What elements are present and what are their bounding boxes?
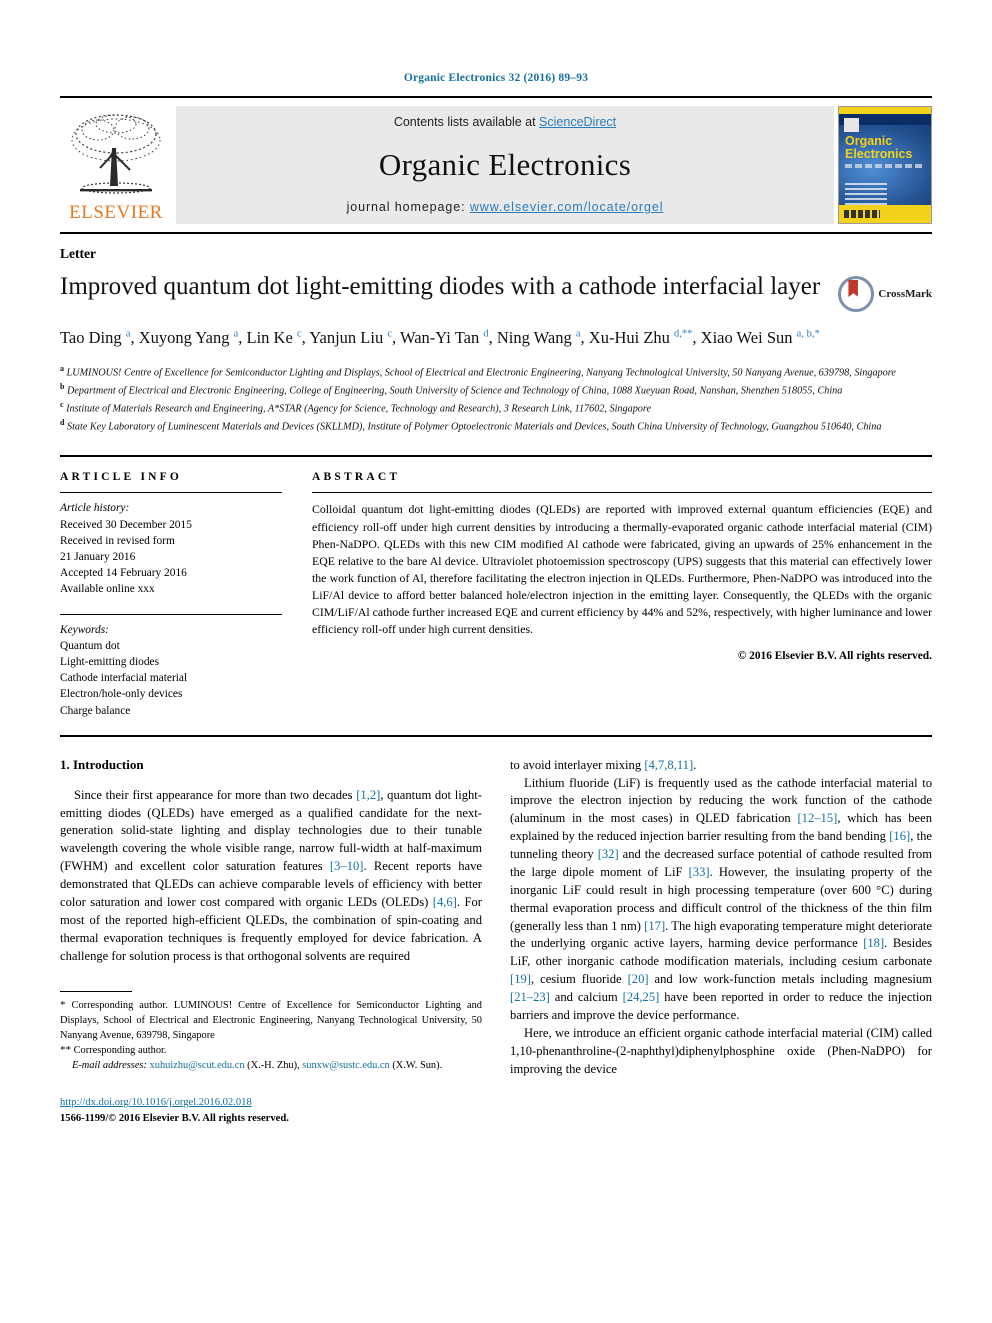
- affiliation-b: b Department of Electrical and Electroni…: [60, 381, 843, 397]
- cover-bottom-bar: [839, 205, 931, 223]
- keyword-item: Electron/hole-only devices: [60, 688, 183, 701]
- cover-top-bar: [839, 107, 931, 114]
- abstract-text: Colloidal quantum dot light-emitting dio…: [312, 502, 932, 637]
- cover-title-line2: Electronics: [845, 147, 913, 161]
- body-column-left: 1. Introduction Since their first appear…: [60, 757, 482, 1126]
- contents-prefix: Contents lists available at: [393, 115, 540, 129]
- affiliation-d: d State Key Laboratory of Luminescent Ma…: [60, 418, 882, 433]
- keyword-item: Cathode interfacial material: [60, 672, 188, 685]
- keyword-item: Charge balance: [60, 704, 131, 717]
- body-column-right: to avoid interlayer mixing [4,7,8,11]. L…: [510, 757, 932, 1126]
- author-list: Tao Ding a, Xuyong Yang a, Lin Ke c, Yan…: [60, 328, 820, 347]
- footnote-email-addresses: E-mail addresses: xuhuizhu@scut.edu.cn (…: [72, 1059, 443, 1071]
- history-item: Received 30 December 2015: [60, 518, 192, 531]
- homepage-prefix: journal homepage:: [346, 200, 470, 214]
- running-head: Organic Electronics 32 (2016) 89–93: [403, 72, 589, 84]
- keywords-block: Keywords: Quantum dot Light-emitting dio…: [60, 615, 282, 719]
- body-columns: 1. Introduction Since their first appear…: [60, 757, 932, 1126]
- abstract-bottom-rule: [60, 734, 932, 737]
- journal-masthead: ELSEVIER Contents lists available at Sci…: [60, 96, 932, 224]
- page-title: Improved quantum dot light-emitting diod…: [60, 273, 821, 300]
- issn-copyright-line: 1566-1199/© 2016 Elsevier B.V. All right…: [60, 1112, 289, 1124]
- elsevier-wordmark: ELSEVIER: [69, 202, 163, 223]
- history-item: Available online xxx: [60, 583, 155, 596]
- keywords-label: Keywords:: [60, 623, 109, 636]
- cover-subtitle-rule: [845, 164, 925, 168]
- paper-page: Organic Electronics 32 (2016) 89–93 ELSE…: [0, 0, 992, 1323]
- publication-footer: http://dx.doi.org/10.1016/j.orgel.2016.0…: [60, 1095, 482, 1126]
- contents-available-line: Contents lists available at ScienceDirec…: [394, 115, 616, 129]
- cover-title: Organic Electronics: [845, 135, 912, 161]
- footnote-separator: [60, 991, 132, 993]
- journal-title: Organic Electronics: [378, 146, 632, 182]
- abstract-column: ABSTRACT Colloidal quantum dot light-emi…: [312, 471, 932, 718]
- section-heading-introduction: 1. Introduction: [60, 756, 144, 772]
- info-abstract-region: ARTICLE INFO Article history: Received 3…: [60, 455, 932, 718]
- elsevier-logo: ELSEVIER: [60, 106, 172, 224]
- keyword-item: Quantum dot: [60, 639, 120, 652]
- crossmark-badge[interactable]: CrossMark: [838, 272, 932, 312]
- affiliation-a: a LUMINOUS! Centre of Excellence for Sem…: [60, 363, 896, 379]
- doi-link[interactable]: http://dx.doi.org/10.1016/j.orgel.2016.0…: [60, 1097, 252, 1108]
- cover-publisher-icon: [844, 118, 859, 132]
- article-type-label: Letter: [60, 246, 96, 261]
- journal-homepage-line: journal homepage: www.elsevier.com/locat…: [347, 200, 664, 214]
- body-paragraph: Since their first appearance for more th…: [60, 787, 482, 963]
- journal-cover-thumbnail: Organic Electronics: [838, 106, 932, 224]
- crossmark-label: CrossMark: [878, 288, 932, 300]
- body-paragraph: to avoid interlayer mixing [4,7,8,11].: [510, 757, 697, 772]
- history-item: Received in revised form: [60, 534, 175, 547]
- keyword-item: Light-emitting diodes: [60, 655, 160, 668]
- crossmark-icon: [838, 276, 875, 312]
- journal-homepage-link[interactable]: www.elsevier.com/locate/orgel: [470, 200, 664, 214]
- footnote-corresponding-author-1: * Corresponding author. LUMINOUS! Centre…: [60, 999, 482, 1041]
- masthead-bottom-rule: [60, 232, 932, 234]
- abstract-heading: ABSTRACT: [312, 471, 401, 484]
- affiliation-c: c Institute of Materials Research and En…: [60, 400, 652, 415]
- history-item: Accepted 14 February 2016: [60, 567, 187, 580]
- abstract-copyright: © 2016 Elsevier B.V. All rights reserved…: [737, 650, 932, 663]
- article-info-column: ARTICLE INFO Article history: Received 3…: [60, 471, 312, 718]
- article-history-block: Article history: Received 30 December 20…: [60, 493, 282, 597]
- body-paragraph: Here, we introduce an efficient organic …: [510, 1025, 932, 1076]
- article-info-heading: ARTICLE INFO: [60, 471, 183, 484]
- footnote-corresponding-author-2: ** Corresponding author.: [60, 1044, 167, 1057]
- sciencedirect-link[interactable]: ScienceDirect: [539, 115, 616, 129]
- history-item: 21 January 2016: [60, 551, 136, 563]
- body-paragraph: Lithium fluoride (LiF) is frequently use…: [510, 775, 932, 1022]
- masthead-center: Contents lists available at ScienceDirec…: [176, 106, 834, 224]
- article-history-label: Article history:: [60, 502, 130, 515]
- elsevier-tree-icon: [71, 114, 161, 194]
- title-row: Improved quantum dot light-emitting diod…: [60, 272, 932, 312]
- affiliation-list: a LUMINOUS! Centre of Excellence for Sem…: [60, 363, 932, 436]
